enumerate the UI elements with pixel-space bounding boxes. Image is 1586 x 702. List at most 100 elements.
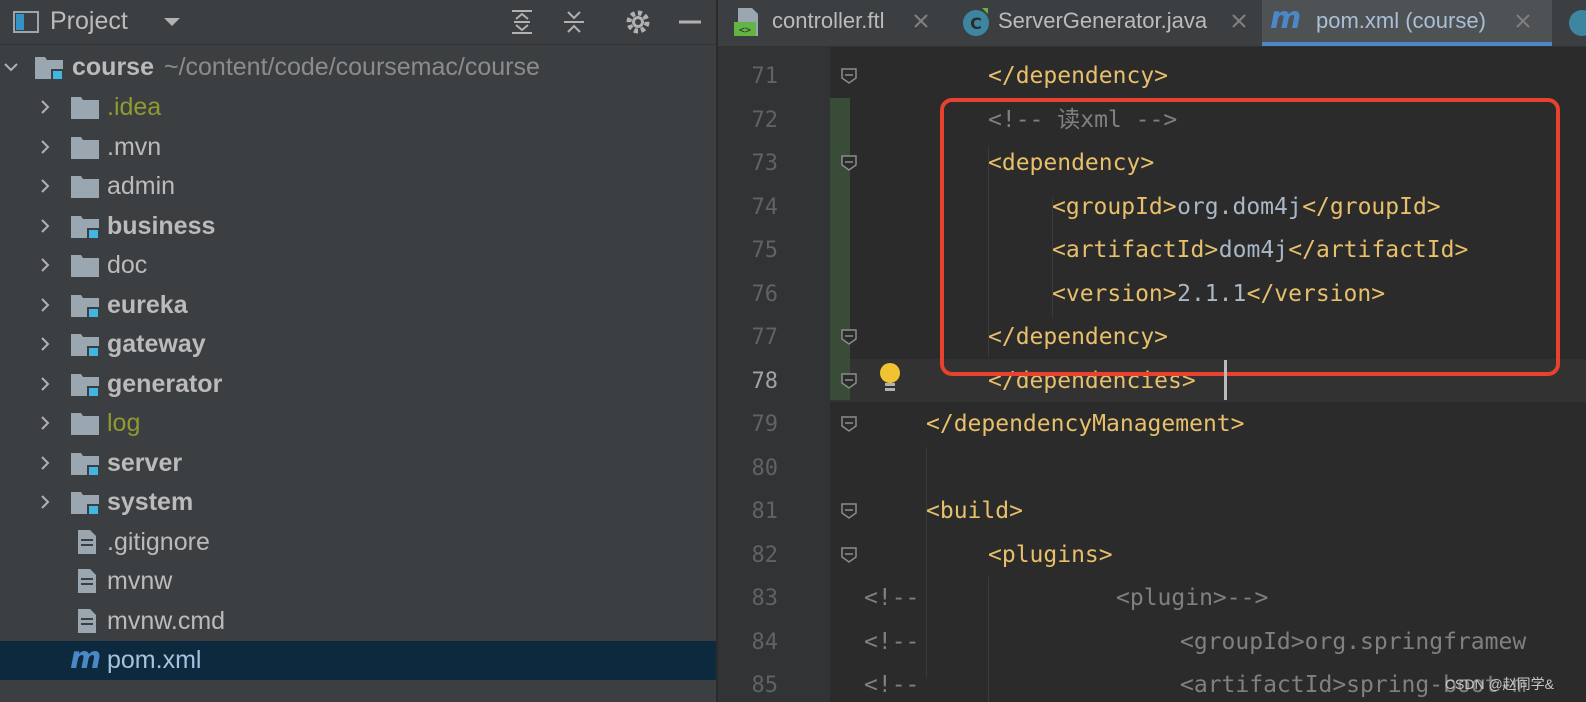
tab-label: ServerGenerator.java — [998, 8, 1208, 33]
indent-guide — [988, 147, 989, 357]
chevron-right-icon[interactable] — [36, 375, 54, 393]
project-panel-header: Project — [0, 0, 716, 45]
fold-marker-icon[interactable] — [840, 502, 858, 520]
collapse-all-icon[interactable] — [560, 8, 588, 36]
maven-icon: m — [70, 641, 102, 676]
chevron-right-icon[interactable] — [36, 335, 54, 353]
tree-item[interactable]: .gitignore — [0, 523, 716, 562]
code-token: <!-- — [864, 672, 920, 698]
chevron-down-icon[interactable] — [2, 58, 20, 76]
line-number[interactable]: 79 — [718, 403, 779, 446]
line-number[interactable]: 72 — [718, 99, 779, 142]
close-icon[interactable] — [1514, 12, 1532, 30]
vcs-change-marker[interactable] — [830, 98, 850, 400]
tree-item[interactable]: doc — [0, 246, 716, 285]
folder-icon — [71, 97, 99, 119]
view-dropdown-icon[interactable] — [160, 12, 184, 32]
fold-marker-icon[interactable] — [840, 372, 858, 390]
code-editor[interactable]: 71 72 73 74 75 76 77 78 79 80 81 82 83 84 85 </depende… — [718, 47, 1586, 702]
chevron-right-icon[interactable] — [36, 296, 54, 314]
project-window-icon[interactable] — [12, 8, 40, 36]
java-class-icon: C — [963, 8, 989, 36]
tree-item[interactable]: .idea — [0, 88, 716, 127]
ftl-file-icon: <> — [734, 8, 758, 36]
tree-item-label: log — [107, 409, 141, 437]
module-folder-icon — [71, 334, 99, 357]
tab-server-generator-java[interactable]: C ServerGenerator.java — [950, 0, 1260, 46]
tree-item-label: business — [107, 211, 216, 240]
tree-item-label: mvnw.cmd — [107, 606, 226, 635]
line-number[interactable]: 83 — [718, 577, 779, 620]
tree-item-label: admin — [107, 172, 176, 200]
line-number[interactable]: 77 — [718, 316, 779, 359]
code-token: </dependency> — [988, 63, 1169, 89]
tree-item-label: pom.xml — [107, 646, 202, 674]
code-token: </dependencyManagement> — [926, 411, 1245, 437]
chevron-right-icon[interactable] — [36, 454, 54, 472]
tree-item-label: system — [107, 488, 194, 516]
tree-item[interactable]: log — [0, 404, 716, 443]
module-folder-icon — [71, 215, 99, 239]
line-number[interactable]: 74 — [718, 186, 779, 229]
tree-item[interactable]: admin — [0, 167, 716, 206]
folder-icon — [71, 136, 99, 159]
fold-marker-icon[interactable] — [840, 546, 858, 564]
folder-icon — [71, 255, 99, 277]
tree-item[interactable]: server — [0, 444, 716, 483]
chevron-right-icon[interactable] — [36, 217, 54, 235]
tree-item[interactable]: m pom.xml — [0, 641, 716, 680]
line-number[interactable]: 71 — [718, 55, 779, 98]
line-number[interactable]: 84 — [718, 621, 779, 664]
line-number[interactable]: 78 — [718, 360, 779, 403]
close-icon[interactable] — [1230, 12, 1248, 30]
expand-all-icon[interactable] — [508, 8, 536, 36]
tree-item[interactable]: system — [0, 483, 716, 522]
lightbulb-icon[interactable] — [876, 361, 904, 395]
tree-item[interactable]: gateway — [0, 325, 716, 364]
code-token: <!-- — [864, 628, 920, 655]
tree-item[interactable]: business — [0, 207, 716, 246]
line-number[interactable]: 81 — [718, 490, 779, 533]
fold-marker-icon[interactable] — [840, 328, 858, 346]
project-panel-title[interactable]: Project — [50, 4, 128, 38]
tree-item[interactable]: .mvn — [0, 128, 716, 167]
indent-guide — [1052, 197, 1053, 317]
tree-item[interactable]: mvnw — [0, 562, 716, 601]
line-number[interactable]: 76 — [718, 273, 779, 316]
tree-item[interactable]: generator — [0, 365, 716, 404]
active-tab-indicator — [1262, 42, 1552, 46]
chevron-right-icon[interactable] — [36, 98, 54, 116]
tab-overflow[interactable] — [1564, 0, 1586, 46]
tree-item[interactable]: mvnw.cmd — [0, 602, 716, 641]
editor-tab-bar: <> controller.ftl C ServerGenerator.java… — [718, 0, 1586, 47]
chevron-right-icon[interactable] — [36, 138, 54, 156]
line-number[interactable]: 85 — [718, 664, 779, 702]
hide-panel-icon[interactable] — [676, 8, 704, 36]
chevron-right-icon[interactable] — [36, 414, 54, 432]
line-number[interactable]: 80 — [718, 447, 779, 490]
chevron-right-icon[interactable] — [36, 177, 54, 195]
line-number[interactable]: 73 — [718, 142, 779, 185]
tab-controller-ftl[interactable]: <> controller.ftl — [718, 0, 946, 46]
fold-marker-icon[interactable] — [840, 67, 858, 85]
indent-guide — [926, 447, 927, 677]
module-folder-icon — [35, 57, 63, 80]
module-folder-icon — [71, 294, 99, 318]
tree-item[interactable]: eureka — [0, 286, 716, 325]
chevron-right-icon[interactable] — [36, 256, 54, 274]
tree-root-course[interactable]: course ~/content/code/coursemac/course — [0, 48, 716, 87]
line-number[interactable]: 82 — [718, 534, 779, 577]
tab-pom-xml[interactable]: m pom.xml (course) — [1262, 0, 1552, 46]
tree-item-label: generator — [107, 369, 223, 398]
fold-marker-icon[interactable] — [840, 154, 858, 172]
tree-item-label: eureka — [107, 290, 188, 319]
fold-marker-icon[interactable] — [840, 415, 858, 433]
tree-item-label: gateway — [107, 330, 206, 358]
chevron-right-icon[interactable] — [36, 493, 54, 511]
highlight-annotation-box — [940, 98, 1560, 376]
line-number[interactable]: 75 — [718, 229, 779, 272]
close-icon[interactable] — [912, 12, 930, 30]
partial-tab-icon — [1569, 10, 1586, 36]
tree-item-label: mvnw — [107, 567, 173, 595]
gear-icon[interactable] — [624, 8, 652, 36]
